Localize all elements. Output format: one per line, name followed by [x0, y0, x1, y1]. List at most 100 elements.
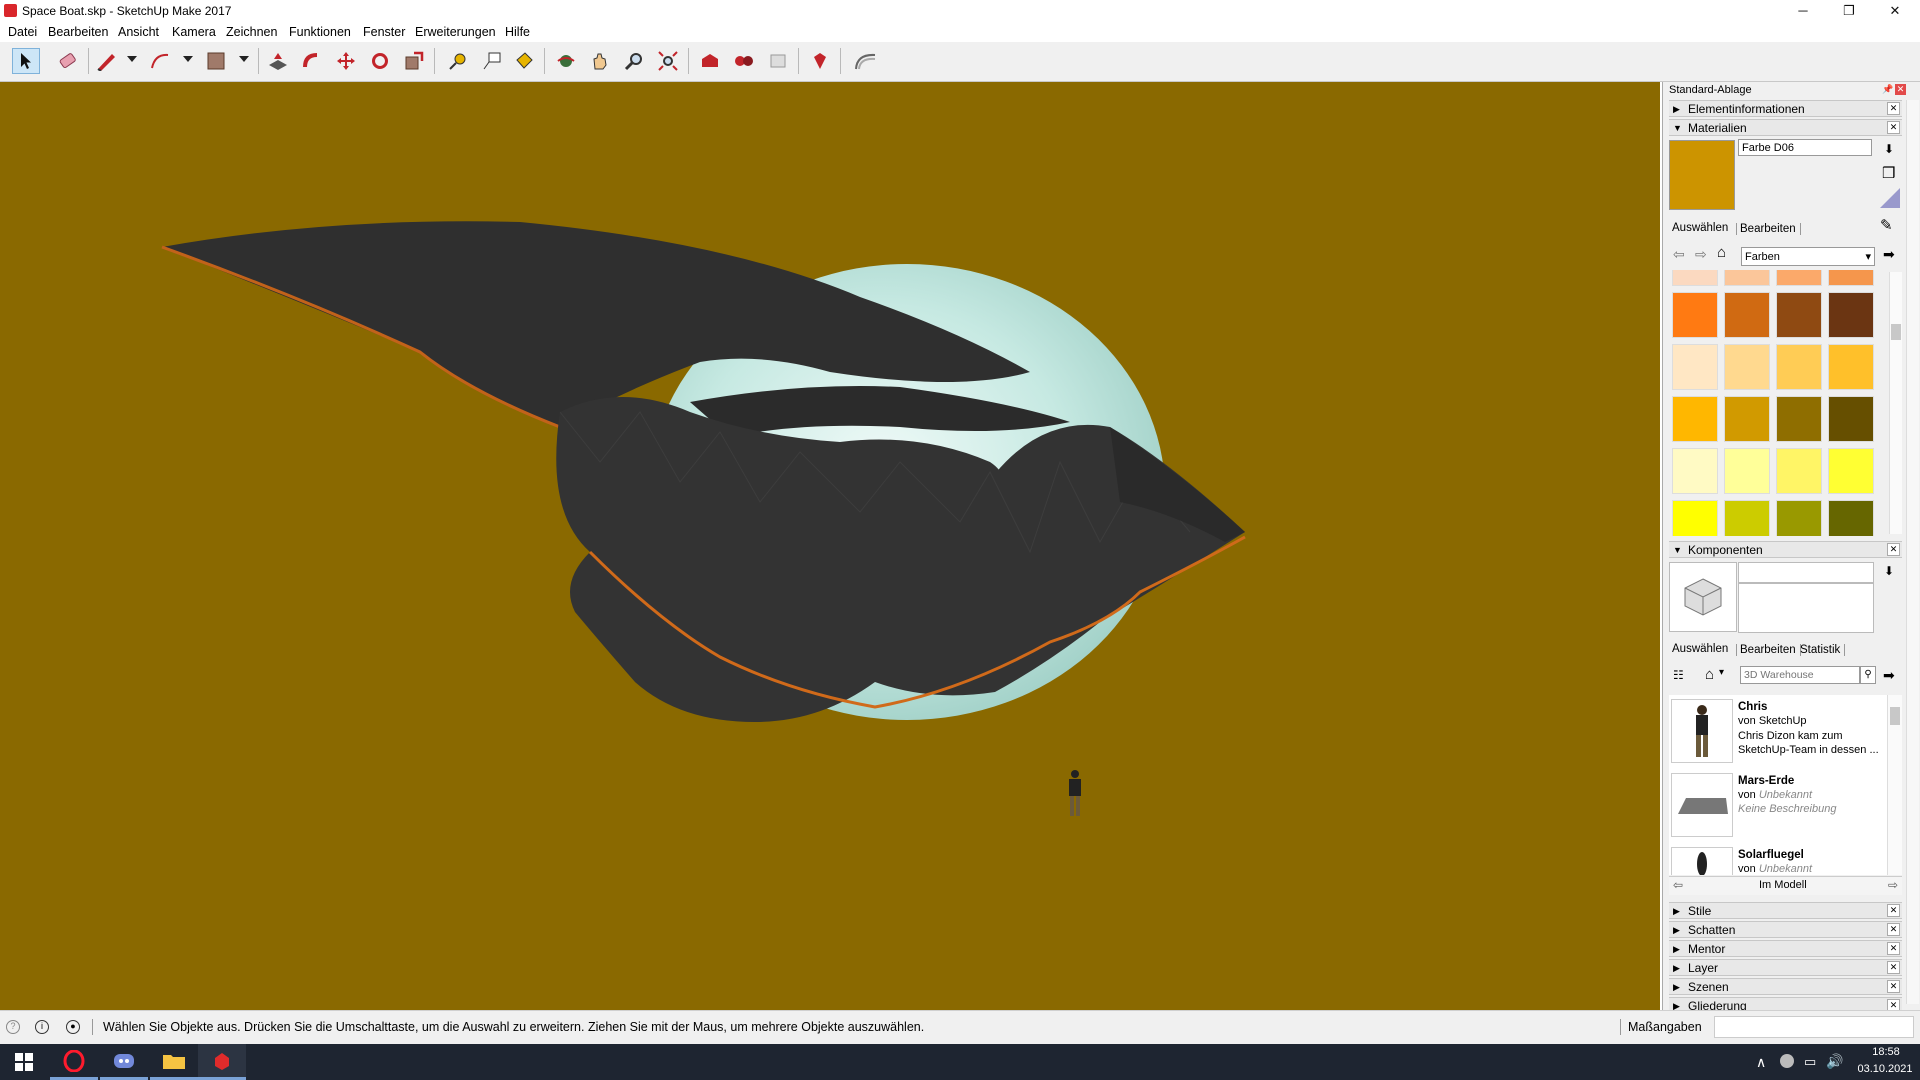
panel-shadows[interactable]: ▶ Schatten ✕ — [1669, 921, 1902, 938]
components-tab-select[interactable]: Auswählen — [1672, 643, 1728, 655]
move-icon[interactable] — [332, 48, 360, 74]
create-component-icon[interactable]: ⬇ — [1884, 564, 1894, 578]
color-swatch[interactable] — [1724, 500, 1770, 536]
panel-mentor[interactable]: ▶ Mentor ✕ — [1669, 940, 1902, 957]
clock-date[interactable]: 03.10.2021 — [1853, 1063, 1917, 1075]
close-icon[interactable]: ✕ — [1887, 121, 1900, 134]
follow-me-icon[interactable] — [298, 48, 326, 74]
3d-viewport[interactable] — [0, 82, 1660, 1010]
color-swatch[interactable] — [1724, 292, 1770, 338]
color-swatch[interactable] — [1776, 500, 1822, 536]
tray-pin-icon[interactable]: 📌 — [1882, 84, 1893, 95]
material-library-select[interactable]: Farben ▾ — [1741, 247, 1875, 266]
color-swatch[interactable] — [1776, 270, 1822, 286]
eraser-icon[interactable] — [54, 48, 82, 74]
select-icon[interactable] — [12, 48, 40, 74]
menu-bearbeiten[interactable]: Bearbeiten — [48, 25, 108, 39]
material-preview[interactable] — [1669, 140, 1735, 210]
measurements-input[interactable] — [1714, 1016, 1914, 1038]
windows-start-icon[interactable] — [0, 1044, 48, 1080]
onedrive-icon[interactable] — [1780, 1054, 1794, 1068]
materials-tab-edit[interactable]: Bearbeiten — [1736, 223, 1801, 235]
geo-location-icon[interactable]: ? — [6, 1020, 20, 1034]
color-swatch[interactable] — [1828, 500, 1874, 536]
color-swatch[interactable] — [1672, 396, 1718, 442]
clock-time[interactable]: 18:58 — [1858, 1046, 1914, 1058]
tray-scrollbar[interactable] — [1906, 100, 1919, 1004]
minimize-button[interactable]: ─ — [1780, 0, 1826, 22]
sandbox-icon[interactable] — [852, 48, 880, 74]
color-swatch[interactable] — [1828, 448, 1874, 494]
color-swatch[interactable] — [1776, 448, 1822, 494]
materials-tab-select[interactable]: Auswählen — [1672, 222, 1728, 234]
ruby-icon[interactable] — [806, 48, 834, 74]
component-search-input[interactable] — [1740, 666, 1860, 684]
list-item[interactable]: Mars-Erde von Unbekannt Keine Beschreibu… — [1669, 771, 1887, 841]
color-swatch[interactable] — [1828, 270, 1874, 286]
menu-zeichnen[interactable]: Zeichnen — [226, 25, 277, 39]
menu-funktionen[interactable]: Funktionen — [289, 25, 351, 39]
component-list-scrollbar[interactable] — [1887, 695, 1902, 875]
default-material-icon[interactable] — [1880, 188, 1900, 208]
credits-icon[interactable]: i — [35, 1020, 49, 1034]
back-arrow-icon[interactable]: ⇦ — [1673, 878, 1683, 892]
tray-chevron-up-icon[interactable]: ∧ — [1756, 1054, 1766, 1071]
menu-ansicht[interactable]: Ansicht — [118, 25, 159, 39]
close-icon[interactable]: ✕ — [1887, 961, 1900, 974]
close-icon[interactable]: ✕ — [1887, 923, 1900, 936]
color-swatch[interactable] — [1828, 344, 1874, 390]
restore-button[interactable]: ❐ — [1826, 0, 1872, 22]
panel-layers[interactable]: ▶ Layer ✕ — [1669, 959, 1902, 976]
home-icon[interactable]: ⌂ — [1717, 244, 1726, 261]
opera-icon[interactable] — [50, 1044, 98, 1080]
orbit-icon[interactable] — [552, 48, 580, 74]
panel-materials[interactable]: ▼ Materialien ✕ — [1669, 119, 1902, 136]
chevron-down-icon[interactable]: ▾ — [1719, 667, 1724, 678]
zoom-extents-icon[interactable] — [654, 48, 682, 74]
close-button[interactable]: ✕ — [1872, 0, 1918, 22]
extension-warehouse-icon[interactable] — [730, 48, 758, 74]
forward-arrow-icon[interactable]: ⇨ — [1695, 246, 1707, 263]
color-swatch[interactable] — [1724, 448, 1770, 494]
close-icon[interactable]: ✕ — [1887, 904, 1900, 917]
menu-kamera[interactable]: Kamera — [172, 25, 216, 39]
close-icon[interactable]: ✕ — [1887, 102, 1900, 115]
component-name-field[interactable] — [1738, 562, 1874, 583]
close-icon[interactable]: ✕ — [1887, 980, 1900, 993]
pan-icon[interactable] — [586, 48, 614, 74]
color-swatch[interactable] — [1776, 344, 1822, 390]
shape-dropdown-icon[interactable] — [239, 56, 249, 62]
close-icon[interactable]: ✕ — [1887, 543, 1900, 556]
push-pull-icon[interactable] — [264, 48, 292, 74]
scale-figure[interactable] — [1069, 770, 1081, 816]
sketchup-taskbar-icon[interactable] — [198, 1044, 246, 1080]
material-name-field[interactable]: Farbe D06 — [1738, 139, 1872, 156]
user-icon[interactable]: ● — [66, 1020, 80, 1034]
panel-entity-info[interactable]: ▶ Elementinformationen ✕ — [1669, 100, 1902, 117]
create-material-icon[interactable]: ⬇ — [1884, 142, 1894, 156]
network-icon[interactable]: ▭ — [1804, 1054, 1816, 1070]
color-swatch[interactable] — [1672, 344, 1718, 390]
panel-scenes[interactable]: ▶ Szenen ✕ — [1669, 978, 1902, 995]
view-options-icon[interactable]: ☷ — [1673, 668, 1684, 682]
color-swatch[interactable] — [1724, 344, 1770, 390]
rotate-icon[interactable] — [366, 48, 394, 74]
list-item[interactable]: Chris von SketchUp Chris Dizon kam zum S… — [1669, 697, 1887, 767]
search-icon[interactable]: ⚲ — [1860, 666, 1876, 684]
rectangle-icon[interactable] — [202, 48, 230, 74]
color-swatch[interactable] — [1672, 292, 1718, 338]
zoom-icon[interactable] — [620, 48, 648, 74]
components-tab-stats[interactable]: Statistik — [1800, 644, 1846, 656]
material-3d-icon[interactable]: ❒ — [1882, 164, 1895, 182]
pencil-icon[interactable] — [92, 48, 120, 74]
color-swatch[interactable] — [1828, 292, 1874, 338]
menu-datei[interactable]: Datei — [8, 25, 37, 39]
scrollbar-thumb[interactable] — [1890, 707, 1900, 725]
file-explorer-icon[interactable] — [150, 1044, 198, 1080]
tape-measure-icon[interactable] — [444, 48, 472, 74]
eyedropper-icon[interactable]: ✎ — [1880, 216, 1893, 234]
color-swatch[interactable] — [1724, 270, 1770, 286]
menu-hilfe[interactable]: Hilfe — [505, 25, 530, 39]
layout-icon[interactable] — [764, 48, 792, 74]
pencil-dropdown-icon[interactable] — [127, 56, 137, 62]
